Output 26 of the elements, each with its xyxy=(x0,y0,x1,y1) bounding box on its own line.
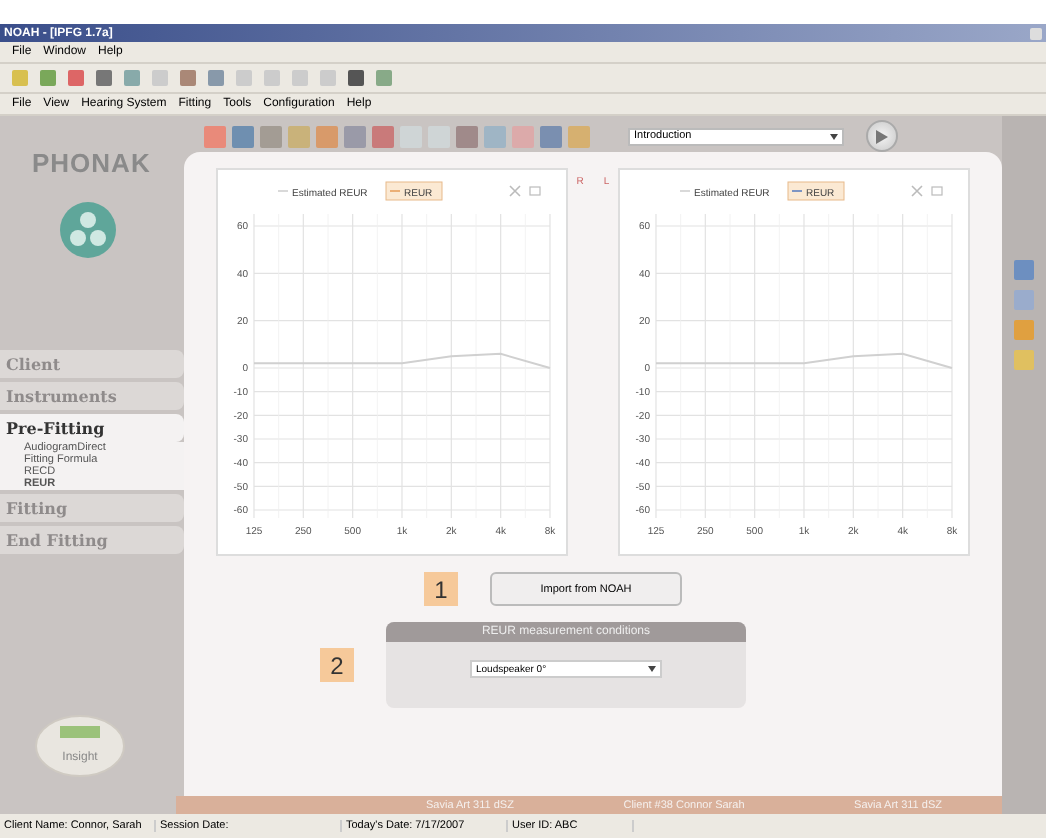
tool-icon[interactable] xyxy=(344,125,366,147)
insight-logo-icon xyxy=(35,715,125,777)
caret-icon xyxy=(648,666,656,672)
tool-icon[interactable] xyxy=(512,125,534,147)
callout-number: 1 xyxy=(424,572,458,606)
tool-icon[interactable] xyxy=(372,125,394,147)
tool-icon[interactable] xyxy=(288,125,310,147)
play-icon xyxy=(876,129,888,143)
close-icon[interactable] xyxy=(509,185,522,197)
tool-icon[interactable] xyxy=(232,125,254,147)
tool-icon[interactable] xyxy=(316,125,338,147)
tool-icon[interactable] xyxy=(260,125,282,147)
nav-section[interactable]: Pre-Fitting xyxy=(0,414,184,442)
close-icon[interactable] xyxy=(910,185,923,197)
tool-icon[interactable] xyxy=(568,125,590,147)
steps-icon xyxy=(60,202,116,258)
expand-icon[interactable] xyxy=(530,186,542,196)
tool-icon[interactable] xyxy=(484,125,506,147)
callout-number: 2 xyxy=(320,648,354,682)
brand-logo: PHONAK xyxy=(30,146,153,178)
expand-icon[interactable] xyxy=(930,186,942,196)
play-button[interactable] xyxy=(866,120,898,152)
tool-icon[interactable] xyxy=(540,125,562,147)
tool-icon[interactable] xyxy=(204,125,226,147)
caret-icon xyxy=(830,133,838,139)
tool-icon[interactable] xyxy=(456,125,478,147)
